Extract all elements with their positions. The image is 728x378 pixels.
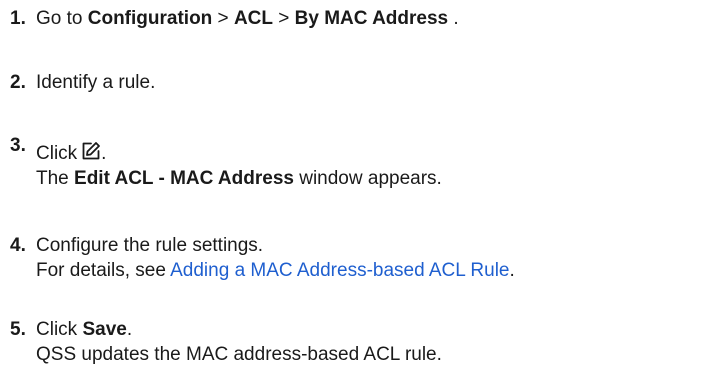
step-detail: For details, see Adding a MAC Address-ba… <box>36 258 515 283</box>
step-2: 2. Identify a rule. <box>10 70 155 95</box>
path-separator: > <box>273 8 295 29</box>
step-result: The Edit ACL - MAC Address window appear… <box>36 166 442 191</box>
detail-text: For details, see <box>36 260 171 281</box>
step-result: QSS updates the MAC address-based ACL ru… <box>36 344 442 365</box>
window-name: Edit ACL - MAC Address <box>74 168 294 189</box>
step-number: 2. <box>10 72 26 93</box>
menu-path-by-mac-address: By MAC Address <box>294 8 449 29</box>
step-text-end: . <box>101 143 107 164</box>
path-separator: > <box>212 8 234 29</box>
menu-path-configuration: Configuration <box>87 8 213 29</box>
step-text: Click <box>36 143 78 164</box>
result-text: The <box>36 168 75 189</box>
menu-path-acl: ACL <box>233 8 273 29</box>
step-3: 3. Click. The Edit ACL - MAC Address wind… <box>10 135 442 191</box>
step-text-end: . <box>448 8 459 29</box>
step-text: Identify a rule. <box>36 72 156 93</box>
adding-mac-acl-rule-link[interactable]: Adding a MAC Address-based ACL Rule <box>170 260 509 281</box>
step-number: 1. <box>10 8 26 29</box>
procedure-steps: 1. Go to Configuration > ACL > By MAC Add… <box>0 0 728 378</box>
save-label: Save <box>82 319 127 340</box>
step-text-end: . <box>126 319 133 340</box>
detail-text-end: . <box>509 260 515 281</box>
edit-icon <box>81 141 101 161</box>
step-5: 5. Click Save. QSS updates the MAC addres… <box>10 317 442 367</box>
step-1: 1. Go to Configuration > ACL > By MAC Add… <box>10 6 459 31</box>
step-number: 3. <box>10 135 26 156</box>
step-number: 5. <box>10 319 26 340</box>
step-text: Configure the rule settings. <box>36 235 264 256</box>
step-4: 4. Configure the rule settings. For detai… <box>10 233 515 283</box>
step-number: 4. <box>10 235 26 256</box>
result-text-end: window appears. <box>293 168 442 189</box>
step-text: Go to <box>36 8 88 29</box>
step-text: Click <box>36 319 83 340</box>
